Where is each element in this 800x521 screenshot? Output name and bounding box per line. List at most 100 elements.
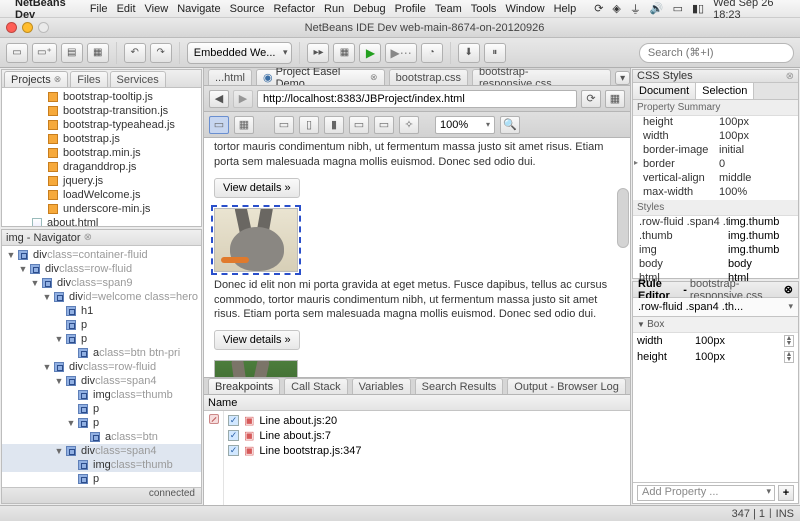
rule-group-box[interactable]: Box (633, 317, 798, 333)
open-button[interactable]: ▤ (61, 43, 83, 63)
config-select[interactable]: Embedded We... (187, 42, 293, 64)
menu-tools[interactable]: Tools (471, 3, 497, 15)
navigator-tree[interactable]: ▼div class=container-fluid▼div class=row… (2, 246, 201, 487)
menu-team[interactable]: Team (435, 3, 462, 15)
remove-breakpoint-icon[interactable] (209, 414, 219, 424)
redo-button[interactable]: ↷ (150, 43, 172, 63)
tab-output[interactable]: Output - Browser Log (507, 378, 626, 394)
tab-overflow-button[interactable]: ▾ (615, 71, 630, 85)
view-details-button[interactable]: View details » (214, 178, 300, 198)
css-property-row[interactable]: border-imageinitial (633, 144, 798, 158)
zoom-in-button[interactable]: 🔍 (500, 116, 520, 134)
menu-navigate[interactable]: Navigate (177, 3, 220, 15)
app-name[interactable]: NetBeans Dev (15, 0, 81, 21)
stepper-icon[interactable]: ▲▼ (784, 335, 794, 347)
tab-services[interactable]: Services (110, 71, 166, 87)
add-property-button[interactable]: + (778, 485, 794, 501)
close-icon[interactable]: ⊗ (784, 283, 793, 296)
tab-callstack[interactable]: Call Stack (284, 378, 348, 394)
twisty-icon[interactable]: ▼ (54, 376, 64, 386)
project-file[interactable]: underscore-min.js (2, 202, 201, 216)
menu-file[interactable]: File (90, 3, 108, 15)
menu-profile[interactable]: Profile (395, 3, 426, 15)
device-tablet-button[interactable]: ▯ (299, 116, 319, 134)
menu-run[interactable]: Run (324, 3, 344, 15)
dom-node[interactable]: ▼div class=span9 (2, 276, 201, 290)
clock[interactable]: Wed Sep 26 18:23 (713, 0, 794, 21)
menu-window[interactable]: Window (505, 3, 544, 15)
menu-source[interactable]: Source (230, 3, 265, 15)
close-icon[interactable]: ⊗ (54, 74, 62, 85)
rule-selector[interactable]: .row-fluid .span4 .th... ▾ (633, 298, 798, 317)
twisty-icon[interactable]: ▼ (54, 446, 64, 456)
minimize-window-button[interactable] (22, 22, 33, 33)
dom-node[interactable]: a class=btn btn-pri (2, 346, 201, 360)
dom-node[interactable]: ▼div class=span4 (2, 444, 201, 458)
zoom-window-button[interactable] (38, 22, 49, 33)
dom-node[interactable]: ▼p (2, 416, 201, 430)
volume-icon[interactable]: 🔊 (650, 2, 664, 15)
css-property-row[interactable]: width100px (633, 130, 798, 144)
sync-icon[interactable]: ⟳ (594, 2, 603, 15)
css-rule-row[interactable]: bodybody (633, 258, 798, 272)
stepper-icon[interactable]: ▲▼ (784, 351, 794, 363)
tab-breakpoints[interactable]: Breakpoints (208, 378, 280, 394)
run-button[interactable]: ▶ (359, 43, 381, 63)
dom-node[interactable]: a class=btn (2, 430, 201, 444)
menu-help[interactable]: Help (554, 3, 577, 15)
preview-pane[interactable]: tortor mauris condimentum nibh, ut ferme… (204, 138, 630, 377)
twisty-icon[interactable]: ▼ (54, 334, 64, 344)
css-rule-row[interactable]: .thumbimg.thumb (633, 230, 798, 244)
close-window-button[interactable] (6, 22, 17, 33)
shield-icon[interactable]: ◈ (612, 2, 620, 15)
search-input[interactable] (639, 43, 794, 63)
projects-tree[interactable]: bootstrap-tooltip.jsbootstrap-transition… (2, 88, 201, 226)
back-button[interactable]: ◀ (209, 90, 229, 108)
dom-node[interactable]: img class=thumb (2, 388, 201, 402)
breakpoint-row[interactable]: ✓▣Line about.js:7 (228, 428, 626, 443)
thumbnail-image-selected[interactable] (214, 208, 298, 272)
twisty-icon[interactable]: ▼ (6, 250, 16, 260)
css-rule-row[interactable]: .row-fluid .span4 .thimg.thumb (633, 216, 798, 230)
tab-projects[interactable]: Projects⊗ (4, 71, 68, 87)
reload-button[interactable]: ⟳ (581, 90, 601, 108)
thumbnail-image[interactable] (214, 360, 298, 377)
new-file-button[interactable]: ▭ (6, 43, 28, 63)
undo-button[interactable]: ↶ (124, 43, 146, 63)
dom-node[interactable]: img class=thumb (2, 458, 201, 472)
twisty-icon[interactable]: ▼ (30, 278, 40, 288)
close-icon[interactable]: ⊗ (370, 72, 378, 83)
css-property-row[interactable]: max-width100% (633, 186, 798, 200)
clean-build-button[interactable]: ▦ (333, 43, 355, 63)
menu-refactor[interactable]: Refactor (273, 3, 315, 15)
device-custom-button[interactable]: ✧ (399, 116, 419, 134)
css-property-row[interactable]: vertical-alignmiddle (633, 172, 798, 186)
tab-search-results[interactable]: Search Results (415, 378, 504, 394)
dom-node[interactable]: ▼div class=row-fluid (2, 262, 201, 276)
project-file[interactable]: bootstrap-typeahead.js (2, 118, 201, 132)
flag-icon[interactable]: ▭ (673, 2, 683, 15)
dom-node[interactable]: ▼div class=container-fluid (2, 248, 201, 262)
twisty-icon[interactable]: ▼ (18, 264, 28, 274)
twisty-icon[interactable]: ▼ (42, 292, 52, 302)
highlight-tool-button[interactable]: ▦ (234, 116, 254, 134)
editor-tab-html[interactable]: ...html (208, 69, 252, 85)
tab-document[interactable]: Document (633, 83, 696, 99)
close-icon[interactable]: ⊗ (786, 71, 794, 82)
dom-node[interactable]: p (2, 318, 201, 332)
dom-node[interactable]: ▼p (2, 486, 201, 487)
selection-tool-button[interactable]: ▭ (209, 116, 229, 134)
project-file[interactable]: bootstrap.js (2, 132, 201, 146)
breakpoint-checkbox[interactable]: ✓ (228, 430, 239, 441)
debug-button[interactable]: ▶⋯ (385, 43, 416, 63)
profile-button[interactable]: ◔ (421, 43, 443, 63)
rule-property-row[interactable]: width100px▲▼ (633, 333, 798, 349)
dom-node[interactable]: ▼div class=row-fluid (2, 360, 201, 374)
device-landscape-button[interactable]: ▭ (349, 116, 369, 134)
url-field[interactable] (257, 90, 577, 108)
add-property-select[interactable]: Add Property ... (637, 485, 775, 501)
css-property-row[interactable]: border0 (633, 158, 798, 172)
tab-selection[interactable]: Selection (696, 83, 754, 99)
project-file[interactable]: loadWelcome.js (2, 188, 201, 202)
breakpoint-checkbox[interactable]: ✓ (228, 415, 239, 426)
